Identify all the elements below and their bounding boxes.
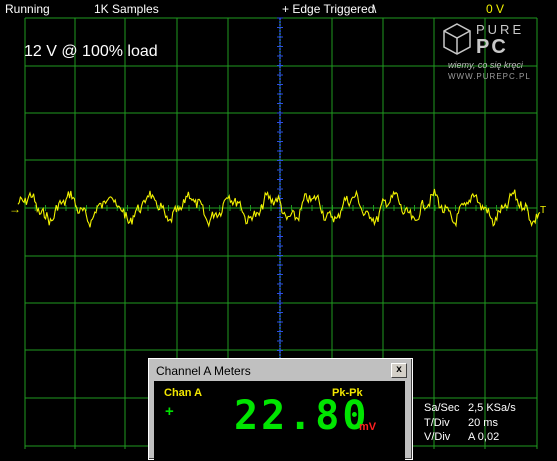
time-per-div-row: T/Div 20 ms bbox=[424, 417, 498, 429]
channel-offset-label: 0 V bbox=[486, 2, 505, 16]
time-per-div-label: T/Div bbox=[424, 417, 450, 429]
meters-display-panel: Chan A Pk-Pk + 22.80 mV bbox=[154, 381, 405, 461]
sample-count-label: 1K Samples bbox=[94, 2, 159, 16]
close-button[interactable]: x bbox=[391, 363, 407, 378]
volts-per-div-value: A 0,02 bbox=[468, 431, 500, 443]
logo-tagline: wiemy, co się kręci bbox=[448, 60, 523, 70]
sample-rate-label: Sa/Sec bbox=[424, 402, 460, 414]
time-per-div-value: 20 ms bbox=[468, 417, 498, 429]
logo-cube-icon bbox=[443, 23, 471, 55]
meters-titlebar[interactable]: Channel A Meters x bbox=[151, 361, 410, 379]
volts-per-div-row: V/Div A 0,02 bbox=[424, 431, 499, 443]
purepc-logo: PURE PC wiemy, co się kręci WWW.PUREPC.P… bbox=[436, 20, 548, 86]
sign-indicator: + bbox=[165, 403, 174, 420]
meters-window-title: Channel A Meters bbox=[156, 364, 251, 378]
reading-unit: mV bbox=[359, 421, 377, 433]
trigger-level-marker-right[interactable]: T bbox=[540, 205, 546, 216]
channel-a-meters-window[interactable]: Channel A Meters x Chan A Pk-Pk + 22.80 … bbox=[148, 358, 413, 461]
channel-label: Chan A bbox=[164, 387, 203, 399]
run-state-label: Running bbox=[5, 2, 50, 16]
trigger-mode-label[interactable]: + Edge Triggered bbox=[282, 2, 374, 16]
sample-rate-value: 2,5 KSa/s bbox=[468, 402, 516, 414]
logo-brand-bottom: PC bbox=[476, 36, 508, 58]
sample-rate-row: Sa/Sec 2,5 KSa/s bbox=[424, 402, 516, 414]
trigger-level-marker-left[interactable]: → bbox=[9, 202, 21, 216]
load-annotation: 12 V @ 100% load bbox=[24, 43, 158, 60]
trigger-slope-icon[interactable]: \ bbox=[373, 2, 376, 16]
volts-per-div-label: V/Div bbox=[424, 431, 451, 443]
logo-site: WWW.PUREPC.PL bbox=[448, 72, 531, 81]
logo-brand-top: PURE bbox=[476, 22, 525, 37]
pk-pk-reading: 22.80 bbox=[234, 393, 370, 439]
